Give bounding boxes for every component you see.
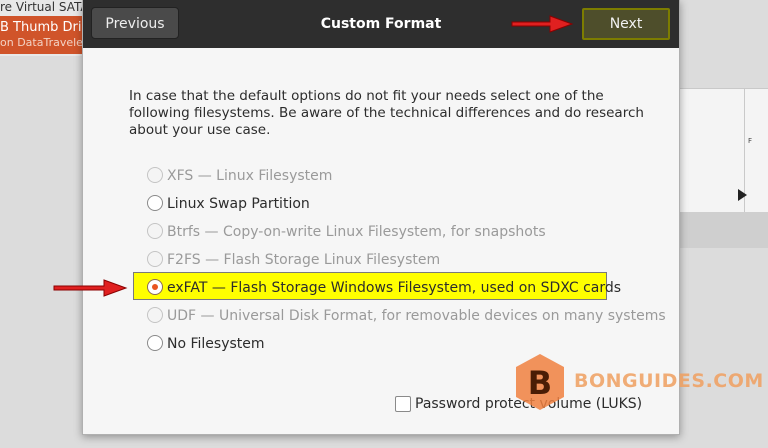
- next-button[interactable]: Next: [582, 8, 670, 40]
- background-selected-device-model: on DataTravele: [0, 36, 83, 49]
- dialog-header: Custom Format Previous Next: [83, 0, 679, 48]
- background-selected-device-name: B Thumb Driv: [0, 20, 90, 35]
- option-label: Linux Swap Partition: [167, 196, 310, 212]
- option-label: Btrfs — Copy-on-write Linux Filesystem, …: [167, 224, 546, 240]
- option-label: No Filesystem: [167, 336, 265, 352]
- annotation-arrow-exfat: [53, 279, 128, 297]
- dialog-description: In case that the default options do not …: [129, 88, 644, 138]
- watermark-text: BONGUIDES.COM: [574, 370, 764, 392]
- watermark-logo-letter: B: [528, 364, 552, 402]
- background-partition-panel: [680, 88, 768, 214]
- option-label: UDF — Universal Disk Format, for removab…: [167, 308, 666, 324]
- bonguides-logo-icon: B: [516, 354, 564, 410]
- radio-button[interactable]: [147, 335, 163, 351]
- option-label: F2FS — Flash Storage Linux Filesystem: [167, 252, 441, 268]
- radio-button[interactable]: [147, 251, 163, 267]
- radio-button-selected[interactable]: [147, 279, 163, 295]
- radio-button[interactable]: [147, 307, 163, 323]
- annotation-arrow-next: [511, 15, 574, 33]
- option-label: XFS — Linux Filesystem: [167, 168, 333, 184]
- radio-button[interactable]: [147, 195, 163, 211]
- background-panel-text: F: [748, 137, 753, 145]
- option-label: exFAT — Flash Storage Windows Filesystem…: [167, 280, 622, 296]
- password-protect-checkbox[interactable]: [395, 396, 411, 412]
- radio-button[interactable]: [147, 167, 163, 183]
- play-icon[interactable]: [738, 189, 747, 201]
- background-toolbar: [680, 212, 768, 248]
- previous-button[interactable]: Previous: [91, 7, 179, 39]
- radio-button[interactable]: [147, 223, 163, 239]
- background-device-label: re Virtual SATA: [0, 0, 89, 14]
